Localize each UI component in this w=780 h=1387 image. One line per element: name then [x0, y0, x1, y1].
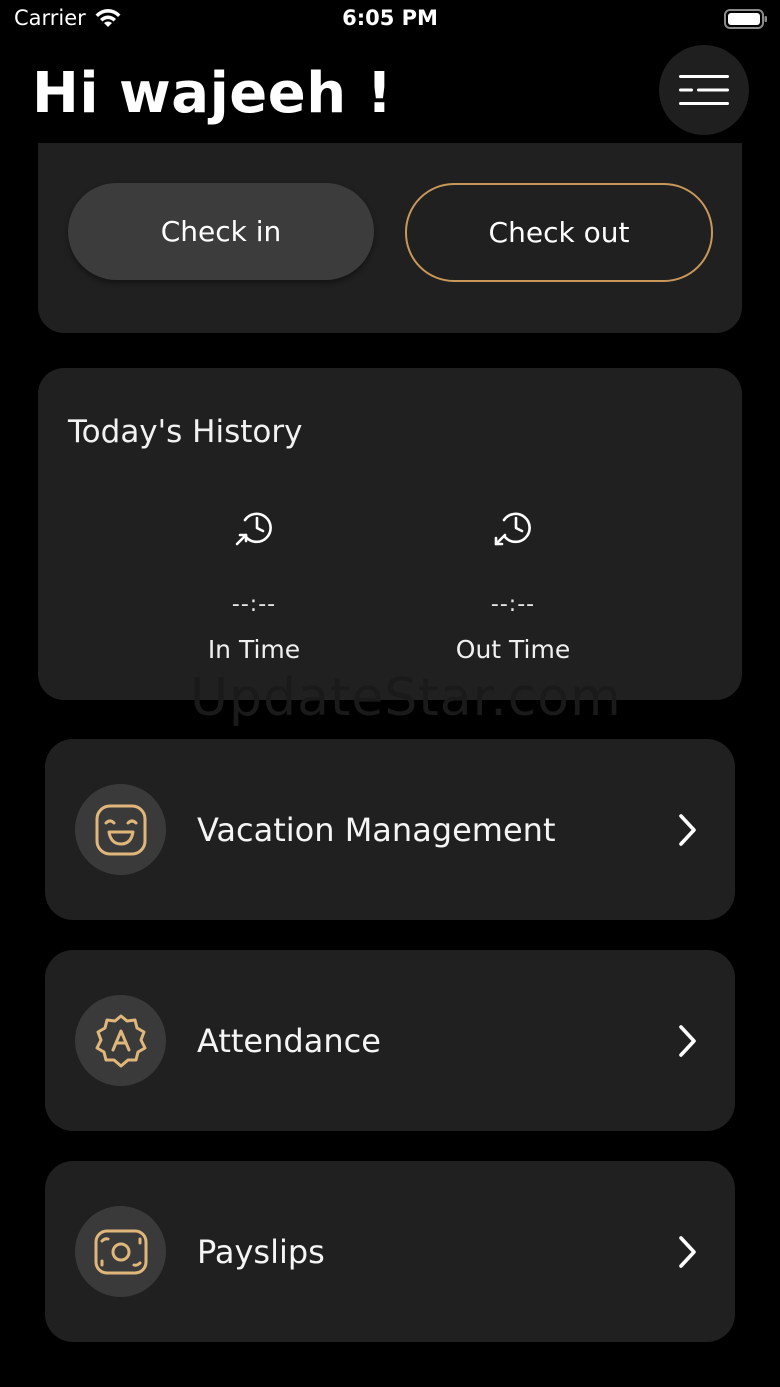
menu-item-attendance[interactable]: Attendance: [45, 950, 735, 1131]
menu-button[interactable]: [659, 45, 749, 135]
in-time-value: --:--: [231, 592, 277, 617]
clock-arrow-in-icon: [235, 512, 272, 546]
attendance-icon-badge: [75, 995, 166, 1086]
check-out-button[interactable]: Check out: [405, 183, 713, 282]
badge-a-icon: [95, 1014, 146, 1067]
status-time: 6:05 PM: [342, 6, 438, 30]
hamburger-menu-icon: [679, 75, 729, 105]
chevron-right-icon: [679, 1025, 696, 1057]
menu-item-label: Attendance: [197, 1021, 381, 1060]
menu-item-vacation-management[interactable]: Vacation Management: [45, 739, 735, 920]
watermark: UpdateStar.com: [190, 668, 622, 728]
check-in-button[interactable]: Check in: [68, 183, 374, 280]
history-title: Today's History: [68, 414, 303, 450]
clock-arrow-out-icon: [494, 512, 531, 546]
money-bill-icon: [94, 1229, 147, 1274]
menu-item-label: Payslips: [197, 1232, 325, 1271]
chevron-right-icon: [679, 1236, 696, 1268]
menu-item-label: Vacation Management: [197, 810, 556, 849]
out-time-section: --:-- Out Time: [413, 506, 613, 664]
check-card: Check in Check out: [38, 143, 742, 333]
smile-face-icon: [95, 804, 146, 855]
history-card: Today's History --:-- In Time --:-- Out …: [38, 368, 742, 700]
in-time-section: --:-- In Time: [154, 506, 354, 664]
payslips-icon-badge: [75, 1206, 166, 1297]
in-time-label: In Time: [207, 635, 301, 664]
menu-item-payslips[interactable]: Payslips: [45, 1161, 735, 1342]
chevron-right-icon: [679, 814, 696, 846]
out-time-value: --:--: [490, 592, 536, 617]
out-time-label: Out Time: [455, 635, 571, 664]
battery-icon: [724, 9, 767, 29]
greeting-title: Hi wajeeh !: [32, 61, 393, 126]
vacation-icon-badge: [75, 784, 166, 875]
status-bar: Carrier 6:05 PM: [0, 0, 780, 40]
